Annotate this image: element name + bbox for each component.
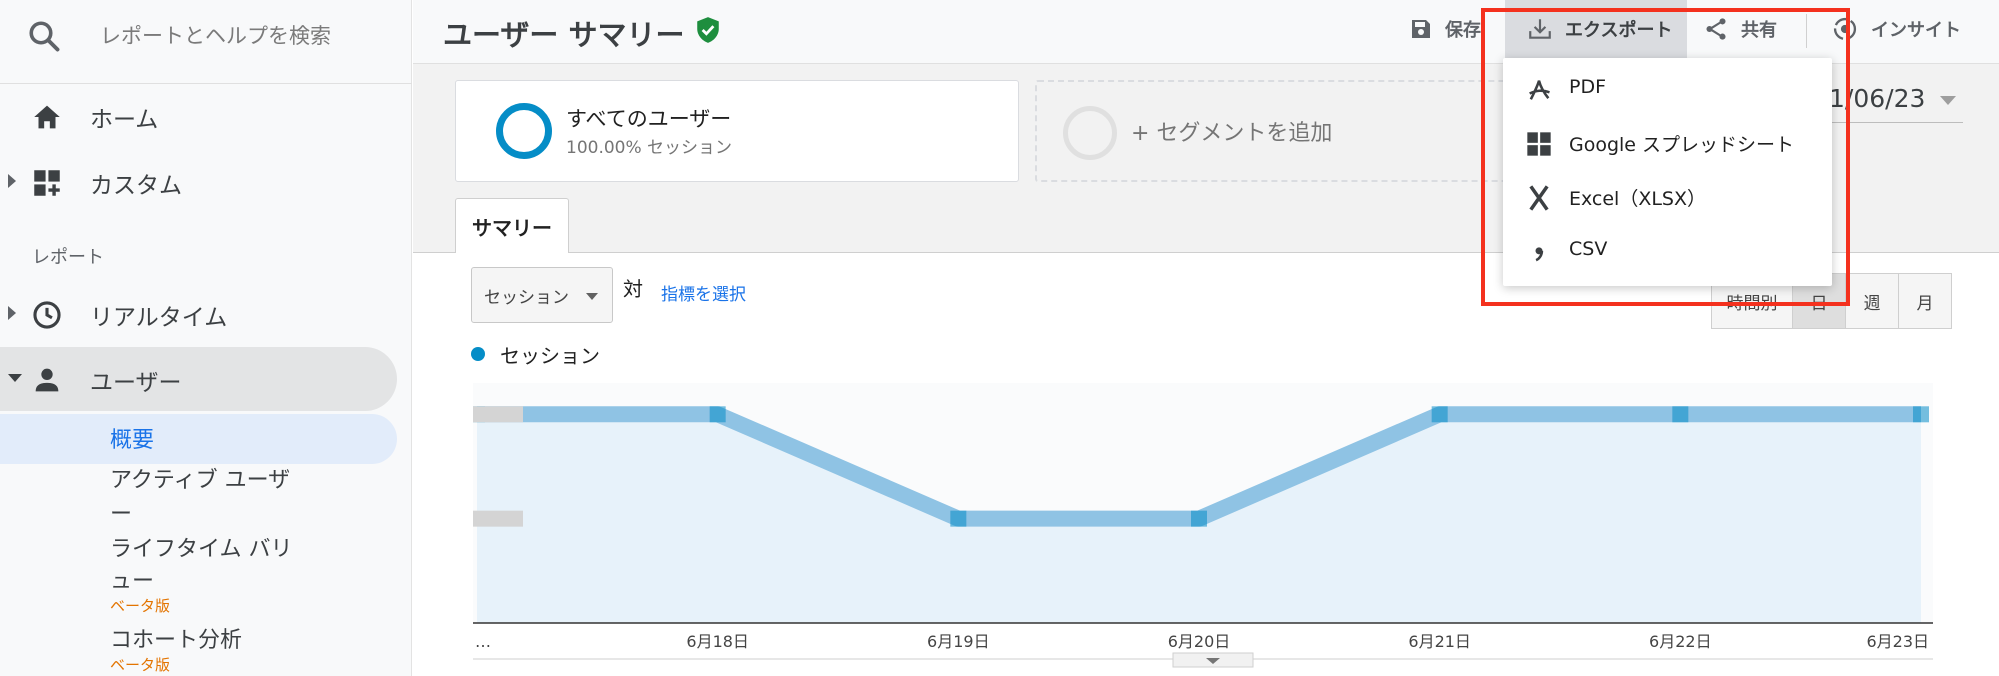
sidebar-item-custom[interactable]: カスタム [0, 150, 412, 214]
x-tick-label: 6月18日 [686, 632, 749, 651]
collapse-icon[interactable] [8, 374, 22, 382]
save-icon [1412, 20, 1430, 38]
sidebar-subitem-label: アクティブ ユーザ [110, 468, 291, 493]
x-tick-label: 6月21日 [1408, 632, 1471, 651]
beta-badge: ベータ版 [110, 597, 171, 615]
sidebar-subitem-label-cont: ー [110, 502, 133, 527]
home-icon [34, 105, 60, 129]
data-point[interactable] [950, 510, 967, 527]
expand-icon[interactable] [8, 306, 16, 320]
segment-percentage: 100.00% セッション [566, 138, 733, 158]
data-point[interactable] [709, 406, 726, 423]
add-segment-button[interactable]: + セグメントを追加 [1035, 80, 1535, 182]
beta-badge: ベータ版 [110, 656, 171, 674]
sidebar-subitem-label: ライフタイム バリ [110, 537, 293, 562]
add-segment-label: + セグメントを追加 [1131, 121, 1333, 146]
insights-label: インサイト [1871, 20, 1961, 41]
y-tick-label-obscured [473, 406, 523, 423]
x-tick-label: 6月20日 [1168, 632, 1231, 651]
highlight-box [1481, 8, 1850, 306]
segment-ring-empty-icon [1063, 106, 1117, 160]
sidebar-item-users[interactable]: ユーザー [0, 347, 397, 411]
vs-label: 対 [623, 277, 643, 301]
sidebar-subitem-active-users[interactable]: アクティブ ユーザ ー [110, 464, 290, 532]
chart-panel: セッション 対 指標を選択 時間別 日 週 月 セッション … 6月18日 6月19… [413, 253, 1999, 676]
sidebar-item-realtime[interactable]: リアルタイム [0, 282, 412, 346]
x-tick-label: 6月23日 [1866, 632, 1929, 651]
sidebar-item-home[interactable]: ホーム [0, 84, 412, 148]
page-title: ユーザー サマリー [443, 18, 685, 52]
chevron-down-icon [586, 293, 598, 300]
sidebar-subitem-label-cont: ュー [110, 569, 155, 594]
search-input[interactable]: レポートとヘルプを検索 [100, 20, 331, 50]
metric-select[interactable]: セッション [471, 267, 613, 323]
expand-icon[interactable] [8, 174, 16, 188]
dashboard-add-icon [34, 170, 60, 196]
granularity-weekly[interactable]: 週 [1845, 273, 1899, 329]
legend-label: セッション [500, 344, 600, 368]
sidebar-subitem-label: 概要 [110, 428, 155, 453]
tab-summary[interactable]: サマリー [455, 198, 569, 254]
sidebar-subitem-cohort[interactable]: コホート分析 ベータ版 [110, 626, 242, 674]
pick-metric-link[interactable]: 指標を選択 [661, 280, 746, 305]
sidebar-item-label: カスタム [90, 173, 182, 199]
segment-ring-icon [496, 103, 552, 159]
clock-icon [33, 301, 61, 329]
segment-name: すべてのユーザー [566, 107, 732, 131]
x-tick-label: 6月22日 [1649, 632, 1712, 651]
sidebar-subitem-label: コホート分析 [110, 628, 243, 653]
segment-all-users[interactable]: すべてのユーザー 100.00% セッション [455, 80, 1019, 182]
search-icon [29, 21, 60, 52]
verified-shield-icon [697, 17, 719, 43]
sidebar: レポートとヘルプを検索 ホーム カスタム レポート リアルタイム ユーザー 概要… [0, 0, 412, 676]
sessions-chart: … 6月18日 6月19日 6月20日 6月21日 6月22日 6月23日 [473, 383, 1933, 668]
insights-button[interactable]: インサイト [1831, 0, 1961, 58]
metric-select-value: セッション [484, 287, 569, 308]
data-point[interactable] [1191, 510, 1207, 527]
x-tick-label: … [475, 632, 491, 651]
data-point[interactable] [1913, 406, 1929, 423]
sidebar-item-label: リアルタイム [90, 305, 228, 331]
search-bar[interactable]: レポートとヘルプを検索 [0, 0, 412, 84]
save-button[interactable]: 保存 [1409, 0, 1481, 58]
date-range-dropdown-icon[interactable] [1940, 96, 1956, 105]
section-label-reports: レポート [32, 247, 104, 268]
legend-swatch [471, 347, 485, 361]
sidebar-item-label: ホーム [90, 107, 159, 133]
data-point[interactable] [1672, 406, 1689, 423]
x-tick-label: 6月19日 [927, 632, 990, 651]
save-label: 保存 [1445, 20, 1481, 41]
sidebar-subitem-overview[interactable]: 概要 [0, 414, 397, 464]
sidebar-subitem-ltv[interactable]: ライフタイム バリ ュー ベータ版 [110, 533, 293, 615]
person-icon [35, 368, 59, 392]
sidebar-item-label: ユーザー [90, 370, 182, 396]
y-tick-label-obscured [473, 510, 523, 527]
granularity-monthly[interactable]: 月 [1898, 273, 1952, 329]
data-point[interactable] [1431, 406, 1448, 423]
